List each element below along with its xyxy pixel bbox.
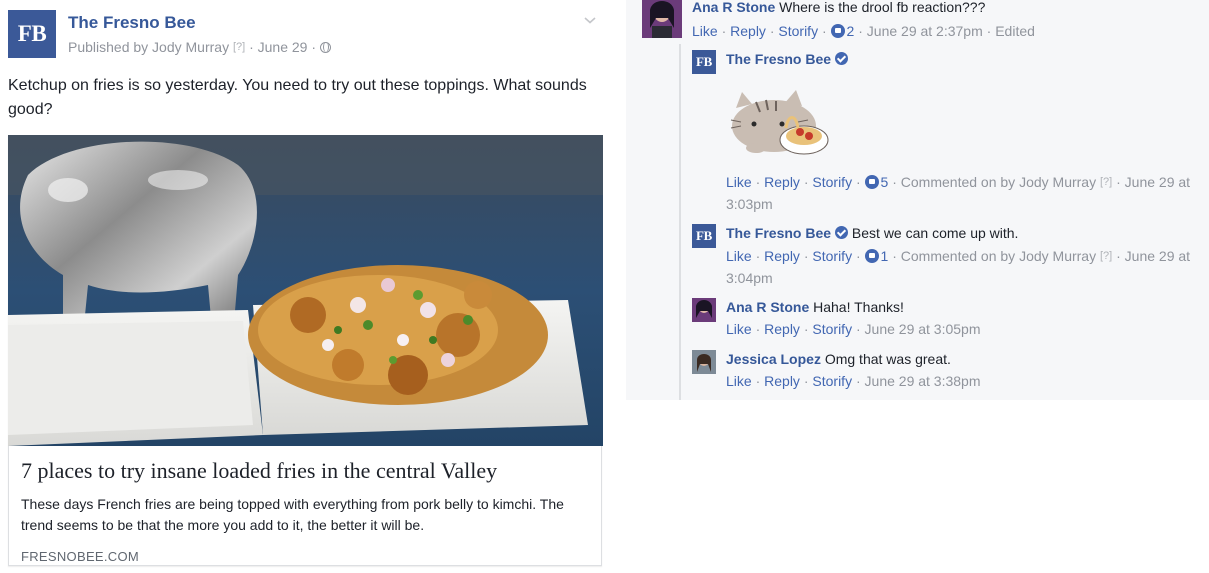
like-count-icon[interactable] [864,249,879,263]
post-header: FB The Fresno Bee Published by Jody Murr… [8,8,606,58]
reply-link[interactable]: Reply [764,174,800,190]
comment-author[interactable]: Ana R Stone [726,299,809,315]
post-text: Ketchup on fries is so yesterday. You ne… [8,77,587,118]
link-preview-body: 7 places to try insane loaded fries in t… [21,457,591,564]
comment-text: Where is the drool fb reaction??? [779,0,986,15]
storify-link[interactable]: Storify [812,248,852,264]
page-avatar[interactable]: FB [8,10,56,58]
comment-author[interactable]: Jessica Lopez [726,351,821,367]
link-description: These days French fries are being topped… [21,496,564,533]
globe-icon [319,42,331,53]
comment-text: Best we can come up with. [851,225,1019,241]
like-link[interactable]: Like [726,174,752,190]
page-avatar[interactable]: FB [692,50,716,74]
like-link[interactable]: Like [692,23,718,39]
like-link[interactable]: Like [726,321,752,337]
storify-link[interactable]: Storify [778,23,818,39]
like-link[interactable]: Like [726,373,752,389]
commented-by: Commented on by Jody Murray [900,174,1097,190]
comment-author[interactable]: Ana R Stone [692,0,775,15]
commented-by: Commented on by Jody Murray [900,248,1097,264]
link-title[interactable]: 7 places to try insane loaded fries in t… [21,457,591,485]
reply-link[interactable]: Reply [730,23,766,39]
avatar[interactable] [692,298,716,322]
reply-link[interactable]: Reply [764,321,800,337]
storify-link[interactable]: Storify [812,321,852,337]
comment-timestamp[interactable]: June 29 at 2:37pm [867,23,983,39]
like-count[interactable]: 1 [881,248,889,264]
edited-label[interactable]: · Edited [987,23,1035,39]
like-count-icon[interactable] [864,175,879,189]
comment-text: Haha! Thanks! [813,299,904,315]
like-count-icon[interactable] [830,24,845,38]
storify-link[interactable]: Storify [812,174,852,190]
published-by: Published by Jody Murray [68,39,230,55]
loaded-fries-photo[interactable] [8,135,603,446]
page-name-link[interactable]: The Fresno Bee [68,13,196,33]
reply-thread-line [679,44,681,400]
comment-actions: Like · Reply · Storify · 5 · Commented o… [726,174,1191,212]
post-meta: Published by Jody Murray [?] · June 29 · [68,39,331,55]
link-domain: FRESNOBEE.COM [21,549,140,564]
comment-text: Omg that was great. [824,351,951,367]
avatar[interactable] [692,350,716,374]
comment-author[interactable]: The Fresno Bee [726,51,831,67]
page-avatar[interactable]: FB [692,224,716,248]
comment-actions: Like · Reply · Storify · 1 · Commented o… [726,248,1191,286]
chevron-down-icon[interactable] [584,14,596,26]
comment-author[interactable]: The Fresno Bee [726,225,831,241]
reply-link[interactable]: Reply [764,373,800,389]
pusheen-sticker[interactable] [726,84,836,164]
like-count[interactable]: 5 [881,174,889,190]
like-count[interactable]: 2 [847,23,855,39]
comment-actions: Like · Reply · Storify · 2 · June 29 at … [692,23,1035,39]
reply-link[interactable]: Reply [764,248,800,264]
comment-actions: Like · Reply · Storify · June 29 at 3:05… [726,321,981,337]
help-marker[interactable]: [?] [233,41,245,53]
verified-badge-icon [835,52,849,65]
help-marker[interactable]: [?] [1100,176,1112,188]
storify-link[interactable]: Storify [812,373,852,389]
facebook-post: FB The Fresno Bee Published by Jody Murr… [0,0,612,573]
post-date[interactable]: · June 29 · [249,39,316,55]
help-marker[interactable]: [?] [1100,250,1112,262]
comment-actions: Like · Reply · Storify · June 29 at 3:38… [726,373,981,389]
avatar[interactable] [642,0,682,38]
comment-timestamp[interactable]: June 29 at 3:05pm [865,321,981,337]
comment-timestamp[interactable]: June 29 at 3:38pm [865,373,981,389]
comments-panel: Ana R Stone Where is the drool fb reacti… [626,0,1209,400]
like-link[interactable]: Like [726,248,752,264]
verified-badge-icon [835,226,849,239]
link-preview-card[interactable]: 7 places to try insane loaded fries in t… [8,135,603,566]
